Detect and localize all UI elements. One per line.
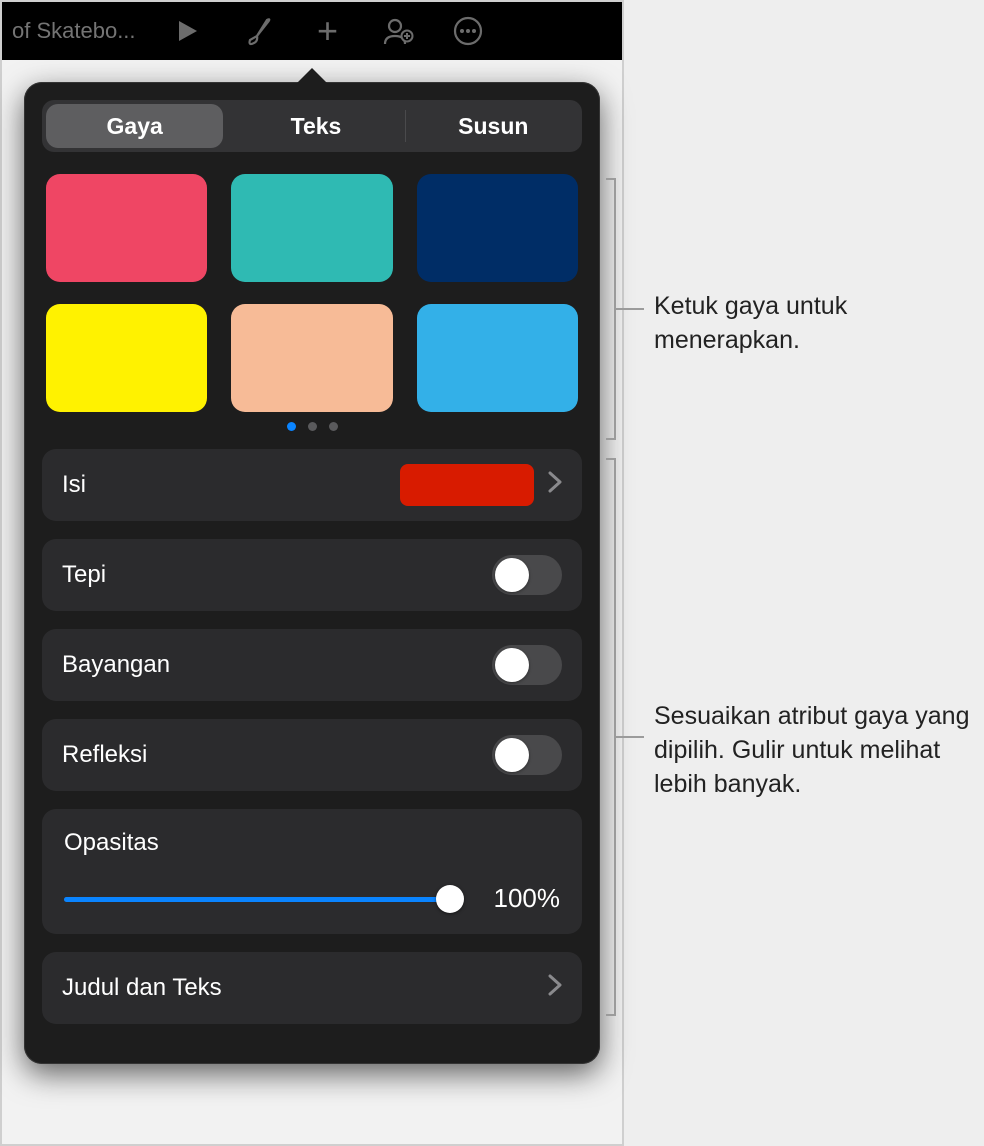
chevron-right-icon: [548, 471, 562, 500]
collaborate-icon[interactable]: [380, 16, 416, 46]
tab-label: Susun: [458, 113, 528, 140]
shadow-row: Bayangan: [42, 629, 582, 701]
opacity-slider[interactable]: [64, 887, 450, 911]
shadow-toggle[interactable]: [492, 645, 562, 685]
style-swatch[interactable]: [417, 304, 578, 412]
border-toggle[interactable]: [492, 555, 562, 595]
slider-thumb[interactable]: [436, 885, 464, 913]
fill-row[interactable]: Isi: [42, 449, 582, 521]
tab-arrange[interactable]: Susun: [405, 100, 582, 152]
document-title: of Skatebo...: [12, 18, 136, 44]
leader-line: [616, 308, 644, 310]
tab-label: Gaya: [107, 113, 163, 140]
border-row: Tepi: [42, 539, 582, 611]
more-icon[interactable]: [450, 16, 486, 46]
style-swatch[interactable]: [46, 304, 207, 412]
title-text-row[interactable]: Judul dan Teks: [42, 952, 582, 1024]
row-label: Isi: [62, 471, 400, 499]
play-icon[interactable]: [170, 19, 206, 43]
opacity-row: Opasitas 100%: [42, 809, 582, 934]
fill-color-swatch: [400, 464, 534, 506]
callout-text: Ketuk gaya untuk menerapkan.: [654, 290, 944, 358]
reflection-toggle[interactable]: [492, 735, 562, 775]
opacity-value: 100%: [480, 883, 560, 914]
page-dot: [287, 422, 296, 431]
brush-icon[interactable]: [240, 16, 276, 46]
style-swatch[interactable]: [231, 174, 392, 282]
page-indicator[interactable]: [42, 422, 582, 431]
page-dot: [308, 422, 317, 431]
leader-line: [616, 736, 644, 738]
bracket-icon: [606, 178, 616, 440]
style-swatch[interactable]: [417, 174, 578, 282]
row-label: Refleksi: [62, 741, 492, 769]
row-label: Bayangan: [62, 651, 492, 679]
page-dot: [329, 422, 338, 431]
app-frame: of Skatebo... + Gaya Teks Susun: [0, 0, 624, 1146]
tab-text[interactable]: Teks: [227, 100, 404, 152]
row-label: Judul dan Teks: [62, 974, 548, 1002]
tab-label: Teks: [291, 113, 342, 140]
chevron-right-icon: [548, 974, 562, 1003]
format-popover: Gaya Teks Susun Isi: [24, 82, 600, 1064]
style-swatch-grid: [46, 174, 578, 412]
tab-style[interactable]: Gaya: [46, 104, 223, 148]
style-swatch[interactable]: [46, 174, 207, 282]
segmented-tabs: Gaya Teks Susun: [42, 100, 582, 152]
row-label: Tepi: [62, 561, 492, 589]
reflection-row: Refleksi: [42, 719, 582, 791]
style-swatch[interactable]: [231, 304, 392, 412]
bracket-icon: [606, 458, 616, 1016]
callout-text: Sesuaikan atribut gaya yang dipilih. Gul…: [654, 700, 984, 801]
titlebar: of Skatebo... +: [2, 2, 622, 60]
row-label: Opasitas: [64, 829, 560, 857]
